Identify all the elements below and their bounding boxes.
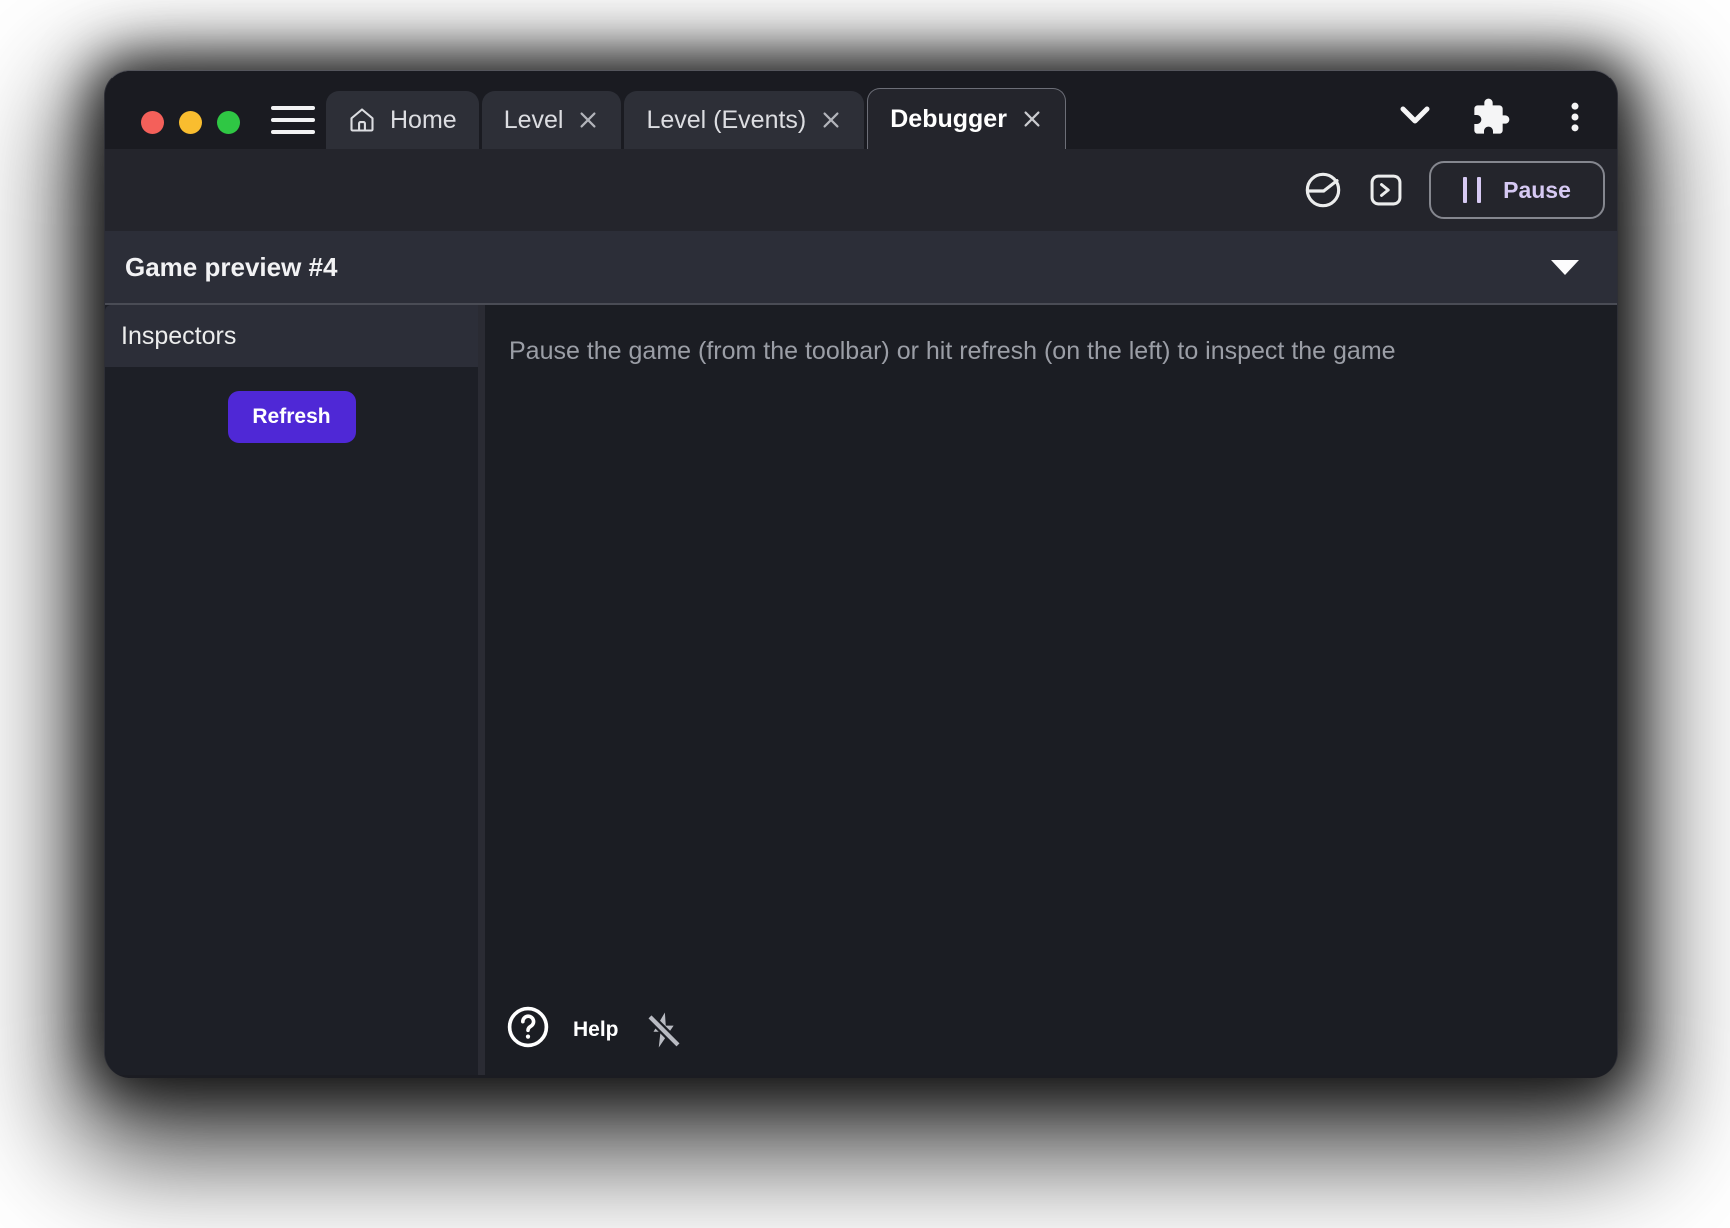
tab-bar: Home Level Level (Events)	[326, 88, 1066, 149]
tab-level[interactable]: Level	[482, 91, 622, 149]
minimize-window-button[interactable]	[179, 111, 202, 134]
tab-debugger[interactable]: Debugger	[867, 88, 1066, 149]
tab-label: Home	[390, 106, 457, 135]
home-icon	[348, 106, 376, 134]
help-label: Help	[573, 1018, 619, 1042]
pause-hint-message: Pause the game (from the toolbar) or hit…	[509, 337, 1617, 366]
help-circle-icon	[505, 1004, 551, 1055]
game-preview-header[interactable]: Game preview #4	[105, 231, 1617, 305]
puzzle-icon[interactable]	[1471, 97, 1511, 142]
dropdown-triangle-icon[interactable]	[1551, 260, 1579, 275]
hamburger-menu-icon[interactable]	[271, 106, 315, 134]
game-preview-title: Game preview #4	[125, 252, 1551, 283]
close-icon[interactable]	[577, 109, 599, 131]
inspector-content-panel: Pause the game (from the toolbar) or hit…	[485, 305, 1617, 1075]
pause-button-label: Pause	[1503, 177, 1571, 204]
tab-home[interactable]: Home	[326, 91, 479, 149]
debugger-body: Inspectors Refresh Pause the game (from …	[105, 305, 1617, 1075]
tab-strip: Home Level Level (Events)	[105, 71, 1617, 149]
pause-button[interactable]: Pause	[1429, 161, 1605, 219]
debugger-window: Home Level Level (Events)	[104, 70, 1618, 1078]
help-row: Help	[505, 1004, 685, 1055]
tab-label: Level (Events)	[646, 106, 806, 135]
pause-icon	[1463, 177, 1481, 203]
refresh-button[interactable]: Refresh	[228, 391, 356, 443]
tab-label: Level	[504, 106, 564, 135]
chevron-down-icon[interactable]	[1395, 103, 1435, 134]
close-icon[interactable]	[1021, 108, 1043, 130]
inspectors-header-label: Inspectors	[121, 322, 236, 351]
tab-level-events[interactable]: Level (Events)	[624, 91, 864, 149]
flash-off-icon[interactable]	[643, 1009, 685, 1051]
inspectors-header: Inspectors	[105, 305, 478, 367]
traffic-lights	[141, 111, 240, 134]
close-window-button[interactable]	[141, 111, 164, 134]
inspectors-sidebar: Inspectors Refresh	[105, 305, 485, 1075]
tab-label: Debugger	[890, 105, 1007, 134]
console-icon[interactable]	[1367, 171, 1405, 209]
profiler-gauge-icon[interactable]	[1303, 170, 1343, 210]
zoom-window-button[interactable]	[217, 111, 240, 134]
close-icon[interactable]	[820, 109, 842, 131]
kebab-menu-icon[interactable]	[1555, 97, 1595, 142]
help-button[interactable]: Help	[505, 1004, 619, 1055]
debugger-toolbar: Pause	[105, 149, 1617, 231]
